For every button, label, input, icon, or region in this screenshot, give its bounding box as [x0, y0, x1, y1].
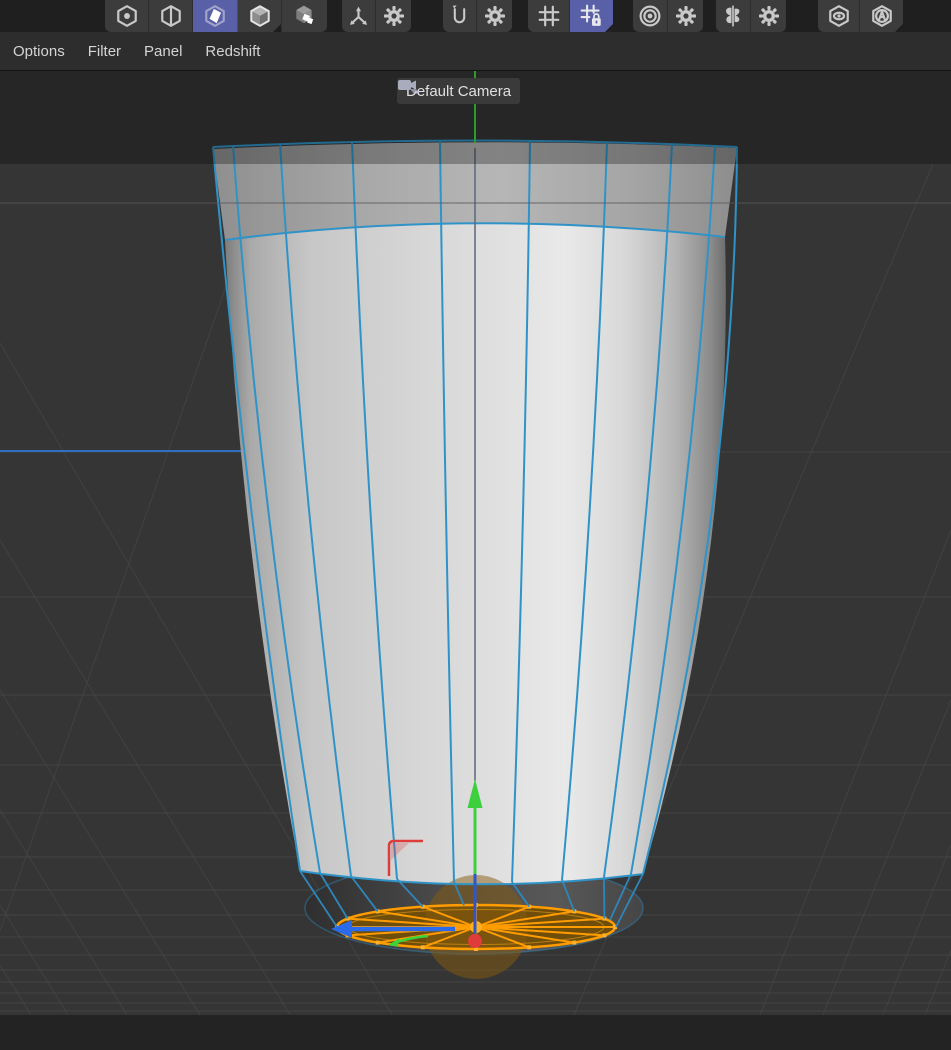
concentric-circles-icon	[638, 4, 662, 28]
quantize-button[interactable]	[633, 0, 668, 32]
workplane-group	[528, 0, 613, 32]
dropdown-corner-icon	[273, 24, 281, 32]
symmetry-group	[716, 0, 786, 32]
annotation-button[interactable]	[860, 0, 903, 32]
quantize-settings-button[interactable]	[668, 0, 703, 32]
symmetry-button[interactable]	[716, 0, 751, 32]
camera-icon	[397, 78, 419, 94]
texture-mode-button[interactable]	[282, 0, 327, 32]
menu-panel[interactable]: Panel	[144, 43, 182, 60]
camera-label-text: Default Camera	[406, 83, 511, 100]
menu-options[interactable]: Options	[13, 43, 65, 60]
viewport-3d[interactable]: Default Camera	[0, 71, 951, 1015]
viewport-canvas[interactable]	[0, 71, 951, 1015]
viewport-menubar: Options Filter Panel Redshift	[0, 32, 951, 71]
symmetry-settings-button[interactable]	[751, 0, 786, 32]
mode-toolbar	[0, 0, 951, 32]
dropdown-corner-icon	[605, 24, 613, 32]
lock-workplane-button[interactable]	[570, 0, 613, 32]
edge-mode-button[interactable]	[149, 0, 193, 32]
menu-filter[interactable]: Filter	[88, 43, 121, 60]
gear-icon	[383, 5, 405, 27]
menu-redshift[interactable]: Redshift	[205, 43, 260, 60]
points-mode-button[interactable]	[105, 0, 149, 32]
quantize-group	[633, 0, 703, 32]
gear-icon	[484, 5, 506, 27]
axis-modification-button[interactable]	[342, 0, 376, 32]
hexagon-edge-icon	[159, 4, 183, 28]
solo-button[interactable]	[818, 0, 860, 32]
polygon-mode-button[interactable]	[193, 0, 238, 32]
bottom-panel-strip	[0, 1015, 951, 1050]
grid-icon	[537, 4, 561, 28]
model-mode-button[interactable]	[238, 0, 282, 32]
display-group	[818, 0, 903, 32]
axis-tool-group	[342, 0, 411, 32]
hexagon-eye-icon	[827, 4, 851, 28]
shaded-cube-icon	[248, 4, 272, 28]
origin-handle[interactable]	[468, 934, 482, 948]
gear-icon	[675, 5, 697, 27]
hexagon-dot-icon	[115, 4, 139, 28]
hexagon-a-icon	[870, 4, 894, 28]
workplane-button[interactable]	[528, 0, 570, 32]
axis-settings-button[interactable]	[376, 0, 411, 32]
gear-icon	[758, 5, 780, 27]
viewport-camera-label[interactable]: Default Camera	[397, 78, 520, 104]
snap-button[interactable]	[443, 0, 477, 32]
cube-texture-icon	[293, 4, 317, 28]
hexagon-polygon-icon	[203, 4, 227, 28]
component-mode-group	[105, 0, 327, 32]
dropdown-corner-icon	[895, 24, 903, 32]
snap-settings-button[interactable]	[477, 0, 512, 32]
axis-arrows-icon	[347, 5, 370, 28]
grid-lock-icon	[580, 4, 604, 28]
snap-group	[443, 0, 512, 32]
magnet-icon	[448, 5, 471, 28]
butterfly-icon	[721, 4, 745, 28]
